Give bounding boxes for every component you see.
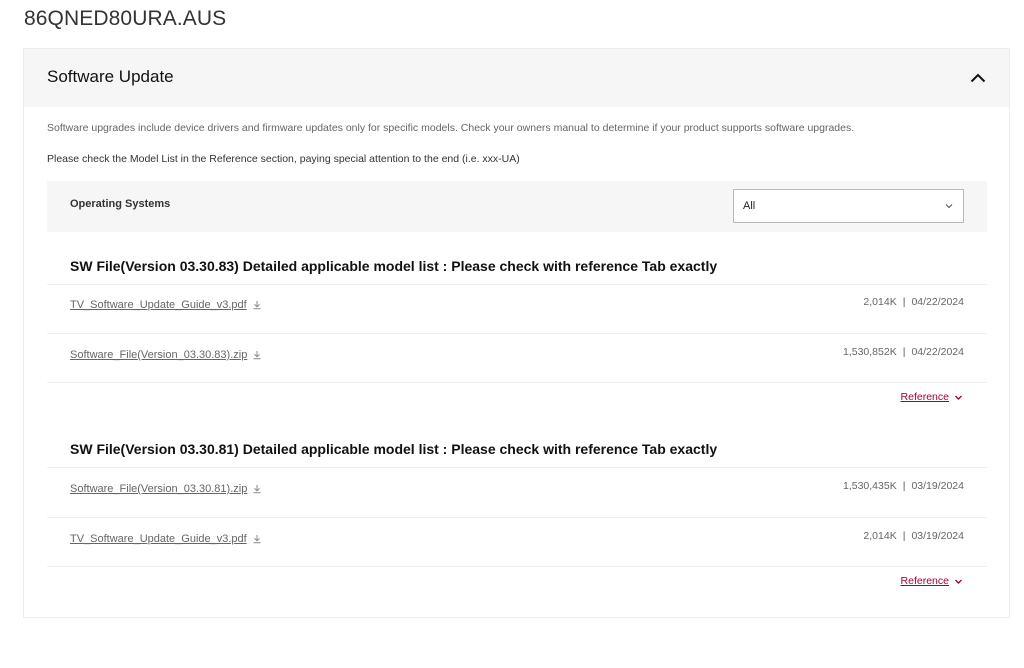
- divider: [47, 517, 987, 518]
- model-title: 86QNED80URA.AUS: [24, 7, 227, 30]
- file-date: 03/19/2024: [911, 480, 964, 492]
- meta-separator: |: [902, 346, 906, 358]
- reference-toggle[interactable]: Reference: [901, 575, 963, 587]
- file-date: 04/22/2024: [911, 346, 964, 358]
- model-list-note: Please check the Model List in the Refer…: [47, 153, 520, 165]
- file-size: 2,014K: [863, 530, 897, 542]
- download-icon[interactable]: [252, 484, 262, 494]
- divider: [47, 566, 987, 567]
- divider: [47, 382, 987, 383]
- os-filter-label: Operating Systems: [70, 198, 171, 210]
- panel-title: Software Update: [47, 67, 174, 86]
- meta-separator: |: [902, 530, 906, 542]
- os-select-value: All: [743, 200, 756, 212]
- divider: [47, 333, 987, 334]
- file-meta: 1,530,435K | 03/19/2024: [843, 480, 964, 492]
- software-update-panel: Software Update Software upgrades includ…: [23, 48, 1010, 618]
- file-link[interactable]: Software_File(Version_03.30.81).zip: [70, 483, 262, 495]
- os-filter-bar: Operating Systems All: [47, 181, 987, 232]
- file-meta: 1,530,852K | 04/22/2024: [843, 346, 964, 358]
- meta-separator: |: [902, 296, 906, 308]
- file-name: TV_Software_Update_Guide_v3.pdf: [70, 299, 247, 311]
- reference-label: Reference: [900, 575, 949, 587]
- divider: [47, 284, 987, 285]
- file-link[interactable]: Software_File(Version_03.30.83).zip: [70, 349, 262, 361]
- group-title: SW File(Version 03.30.83) Detailed appli…: [70, 258, 718, 274]
- os-select[interactable]: All: [733, 189, 964, 223]
- file-meta: 2,014K | 03/19/2024: [863, 530, 964, 542]
- file-link[interactable]: TV_Software_Update_Guide_v3.pdf: [70, 533, 262, 545]
- group-title: SW File(Version 03.30.81) Detailed appli…: [70, 441, 718, 457]
- file-date: 04/22/2024: [911, 296, 964, 308]
- collapse-button[interactable]: [967, 67, 989, 89]
- download-icon[interactable]: [252, 350, 262, 360]
- file-row: TV_Software_Update_Guide_v3.pdf 2,014K | 0…: [70, 295, 964, 313]
- file-row: Software_File(Version_03.30.83).zip 1,53…: [70, 345, 964, 363]
- intro-text: Software upgrades include device drivers…: [47, 122, 855, 134]
- file-name: Software_File(Version_03.30.81).zip: [70, 483, 248, 495]
- chevron-down-icon: [955, 579, 962, 584]
- file-size: 2,014K: [863, 296, 897, 308]
- download-icon[interactable]: [252, 300, 262, 310]
- chevron-down-icon: [945, 204, 953, 209]
- file-size: 1,530,852K: [842, 346, 897, 358]
- file-date: 03/19/2024: [911, 530, 964, 542]
- divider: [47, 467, 987, 468]
- file-name: TV_Software_Update_Guide_v3.pdf: [70, 533, 247, 545]
- panel-header[interactable]: Software Update: [24, 49, 1009, 107]
- file-row: TV_Software_Update_Guide_v3.pdf 2,014K | 0…: [70, 529, 964, 547]
- reference-toggle[interactable]: Reference: [901, 391, 963, 403]
- reference-label: Reference: [900, 391, 949, 403]
- file-meta: 2,014K | 04/22/2024: [863, 296, 964, 308]
- meta-separator: |: [902, 480, 906, 492]
- file-name: Software_File(Version_03.30.83).zip: [70, 349, 248, 361]
- download-icon[interactable]: [252, 534, 262, 544]
- file-row: Software_File(Version_03.30.81).zip 1,53…: [70, 479, 964, 497]
- file-link[interactable]: TV_Software_Update_Guide_v3.pdf: [70, 299, 262, 311]
- chevron-down-icon: [955, 395, 962, 400]
- chevron-up-icon: [970, 73, 986, 83]
- file-size: 1,530,435K: [842, 480, 897, 492]
